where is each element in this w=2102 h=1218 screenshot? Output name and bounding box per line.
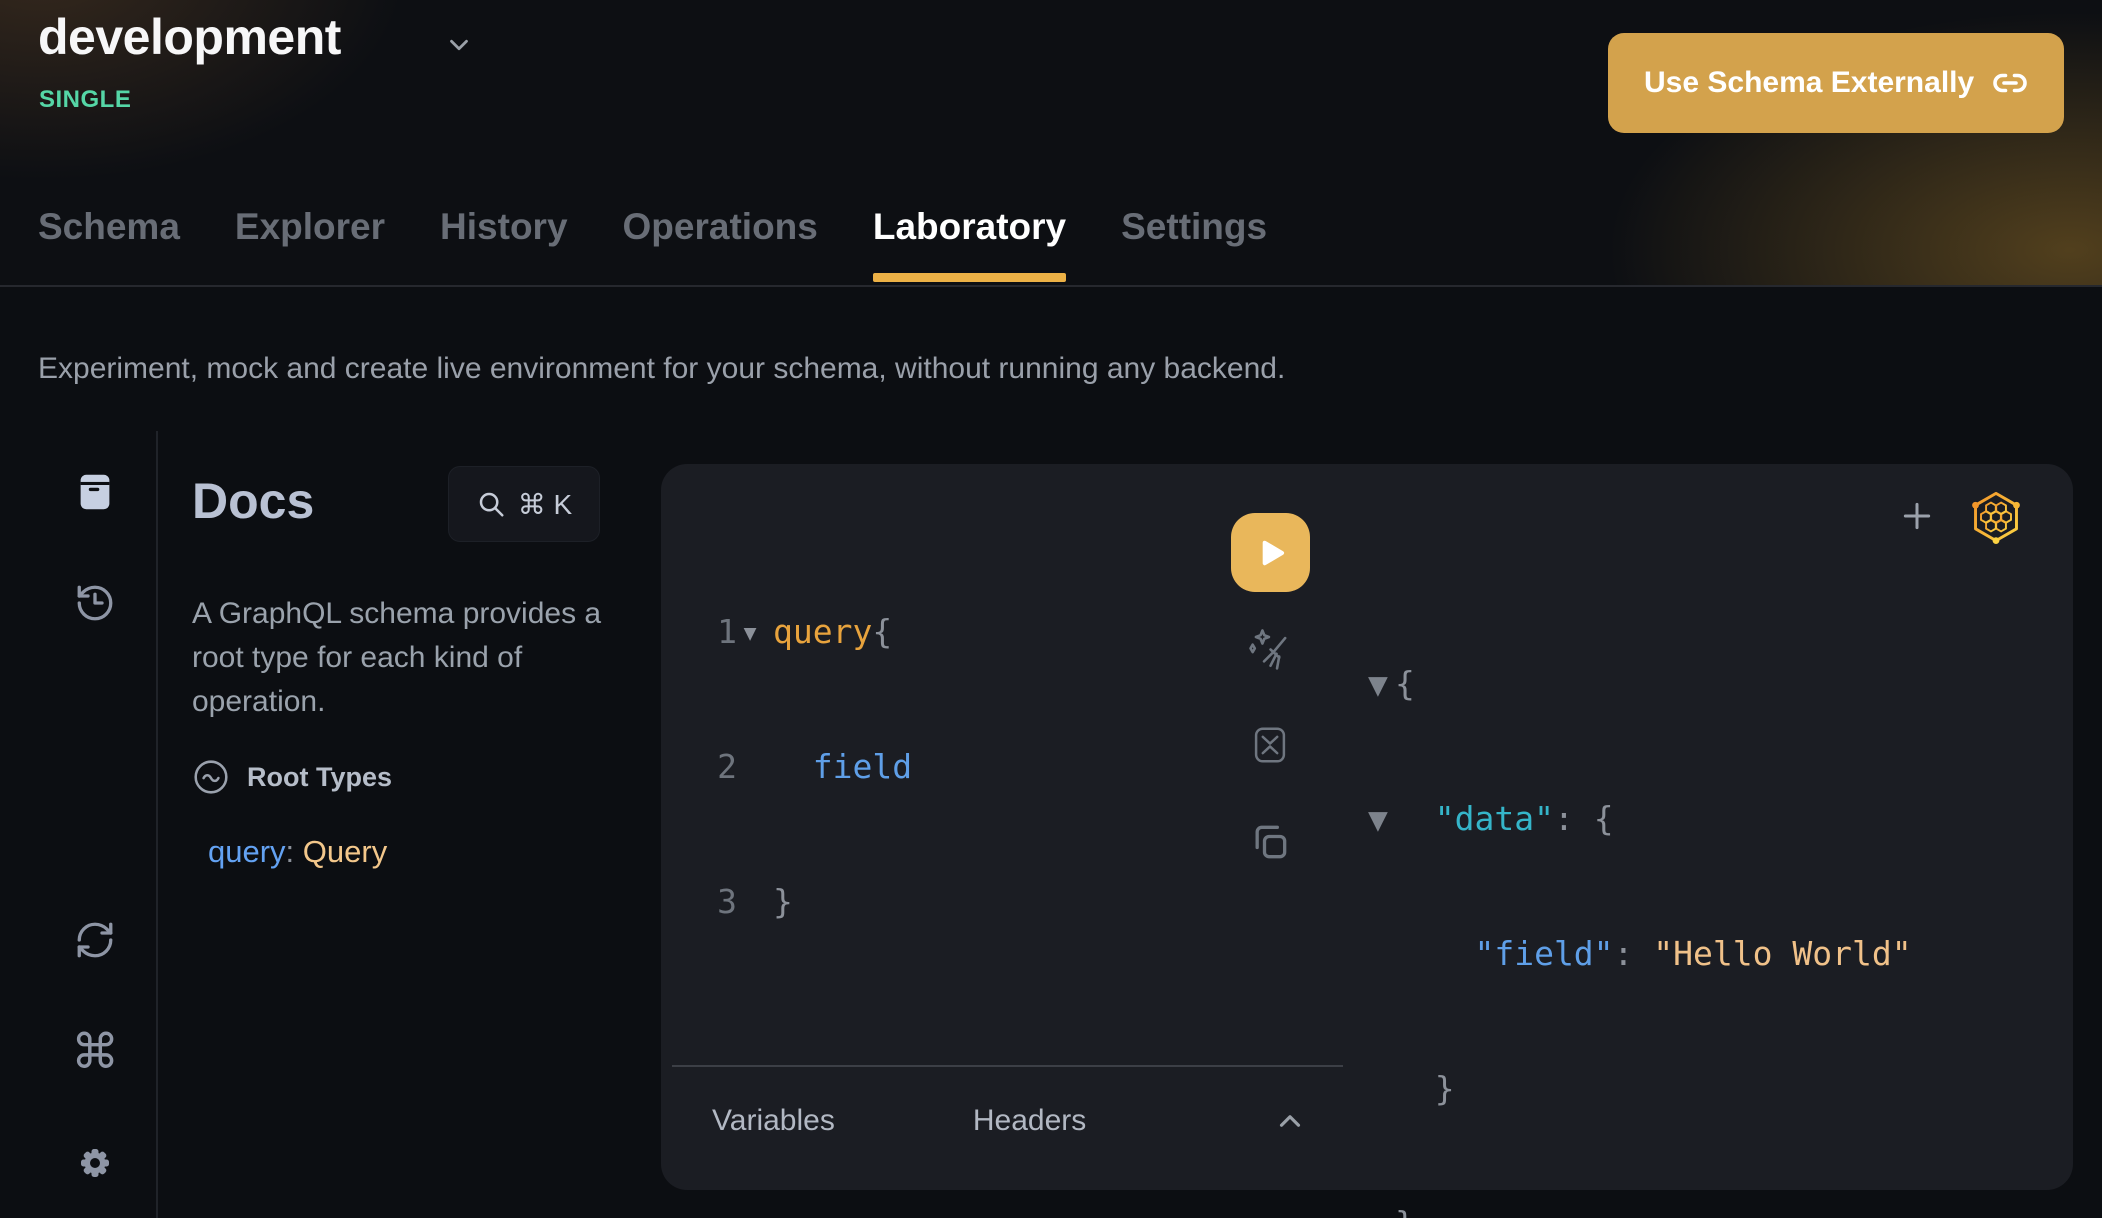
copy-icon[interactable] <box>1248 820 1292 864</box>
response-line: "field": "Hello World" <box>1395 931 1912 976</box>
docs-search-button[interactable]: ⌘ K <box>448 466 600 542</box>
prettify-icon[interactable] <box>1244 624 1296 676</box>
link-icon <box>1992 65 2028 101</box>
history-icon[interactable] <box>74 582 116 624</box>
tab-explorer[interactable]: Explorer <box>235 196 385 284</box>
query-editor[interactable]: 1▾query{ 2 field 3} <box>701 519 912 1014</box>
editor-line: 1▾query{ <box>701 609 912 654</box>
root-type-query-link[interactable]: query: Query <box>208 834 387 870</box>
chevron-down-icon[interactable] <box>444 30 474 65</box>
fold-caret-icon[interactable]: ▼ <box>1368 661 1388 706</box>
line-number: 1 <box>701 609 737 654</box>
sidebar-divider <box>156 431 158 1218</box>
docs-description: A GraphQL schema provides a root type fo… <box>192 592 627 724</box>
root-type-name[interactable]: Query <box>303 834 387 869</box>
root-field-name: query <box>208 834 286 869</box>
execute-query-button[interactable] <box>1231 513 1310 592</box>
chevron-up-icon[interactable] <box>1273 1104 1307 1138</box>
response-line: } <box>1395 1201 1912 1218</box>
tab-variables[interactable]: Variables <box>712 1104 835 1138</box>
tab-operations[interactable]: Operations <box>623 196 818 284</box>
response-viewer: ▼{ ▼ "data": { "field": "Hello World" } … <box>1395 571 1912 1218</box>
docs-title: Docs <box>192 472 314 530</box>
hive-logo-icon[interactable] <box>1969 490 2023 544</box>
search-shortcut: ⌘ K <box>518 488 572 521</box>
gear-icon[interactable] <box>71 1139 119 1187</box>
editor-footer-divider <box>672 1065 1343 1067</box>
response-line: } <box>1395 1066 1912 1111</box>
graphiql-panel: 1▾query{ 2 field 3} <box>661 464 2073 1190</box>
cta-label: Use Schema Externally <box>1644 66 1974 100</box>
header-divider <box>0 285 2102 287</box>
page-description: Experiment, mock and create live environ… <box>38 352 1285 386</box>
editor-line: 2 field <box>701 744 912 789</box>
fold-caret-icon[interactable]: ▾ <box>737 609 763 654</box>
play-icon <box>1252 534 1290 572</box>
refresh-icon[interactable] <box>74 919 116 961</box>
response-line: ▼{ <box>1395 661 1912 706</box>
tab-laboratory[interactable]: Laboratory <box>873 196 1066 284</box>
root-types-label: Root Types <box>247 762 392 793</box>
tab-settings[interactable]: Settings <box>1121 196 1267 284</box>
laboratory-page: development SINGLE Use Schema Externally… <box>0 0 2102 1218</box>
root-types-icon <box>192 758 230 796</box>
main-tabs: Schema Explorer History Operations Labor… <box>38 196 1267 284</box>
page-header: development SINGLE Use Schema Externally… <box>0 0 2102 287</box>
tab-schema[interactable]: Schema <box>38 196 180 284</box>
docs-book-icon[interactable] <box>72 469 118 515</box>
target-title: development <box>38 8 341 66</box>
target-type-badge: SINGLE <box>39 86 131 114</box>
line-number: 2 <box>701 744 737 789</box>
merge-fragments-icon[interactable] <box>1247 722 1293 768</box>
add-tab-plus-icon[interactable] <box>1897 496 1937 536</box>
search-icon <box>476 489 506 519</box>
use-schema-externally-button[interactable]: Use Schema Externally <box>1608 33 2064 133</box>
editor-footer-tabs: Variables Headers <box>712 1104 1086 1138</box>
root-types-section: Root Types <box>192 758 392 796</box>
fold-caret-icon[interactable]: ▼ <box>1368 796 1388 841</box>
response-line: ▼ "data": { <box>1395 796 1912 841</box>
editor-line: 3} <box>701 879 912 924</box>
command-icon[interactable]: ⌘ <box>66 1024 124 1080</box>
tab-headers[interactable]: Headers <box>973 1104 1086 1138</box>
line-number: 3 <box>701 879 737 924</box>
tab-history[interactable]: History <box>440 196 567 284</box>
